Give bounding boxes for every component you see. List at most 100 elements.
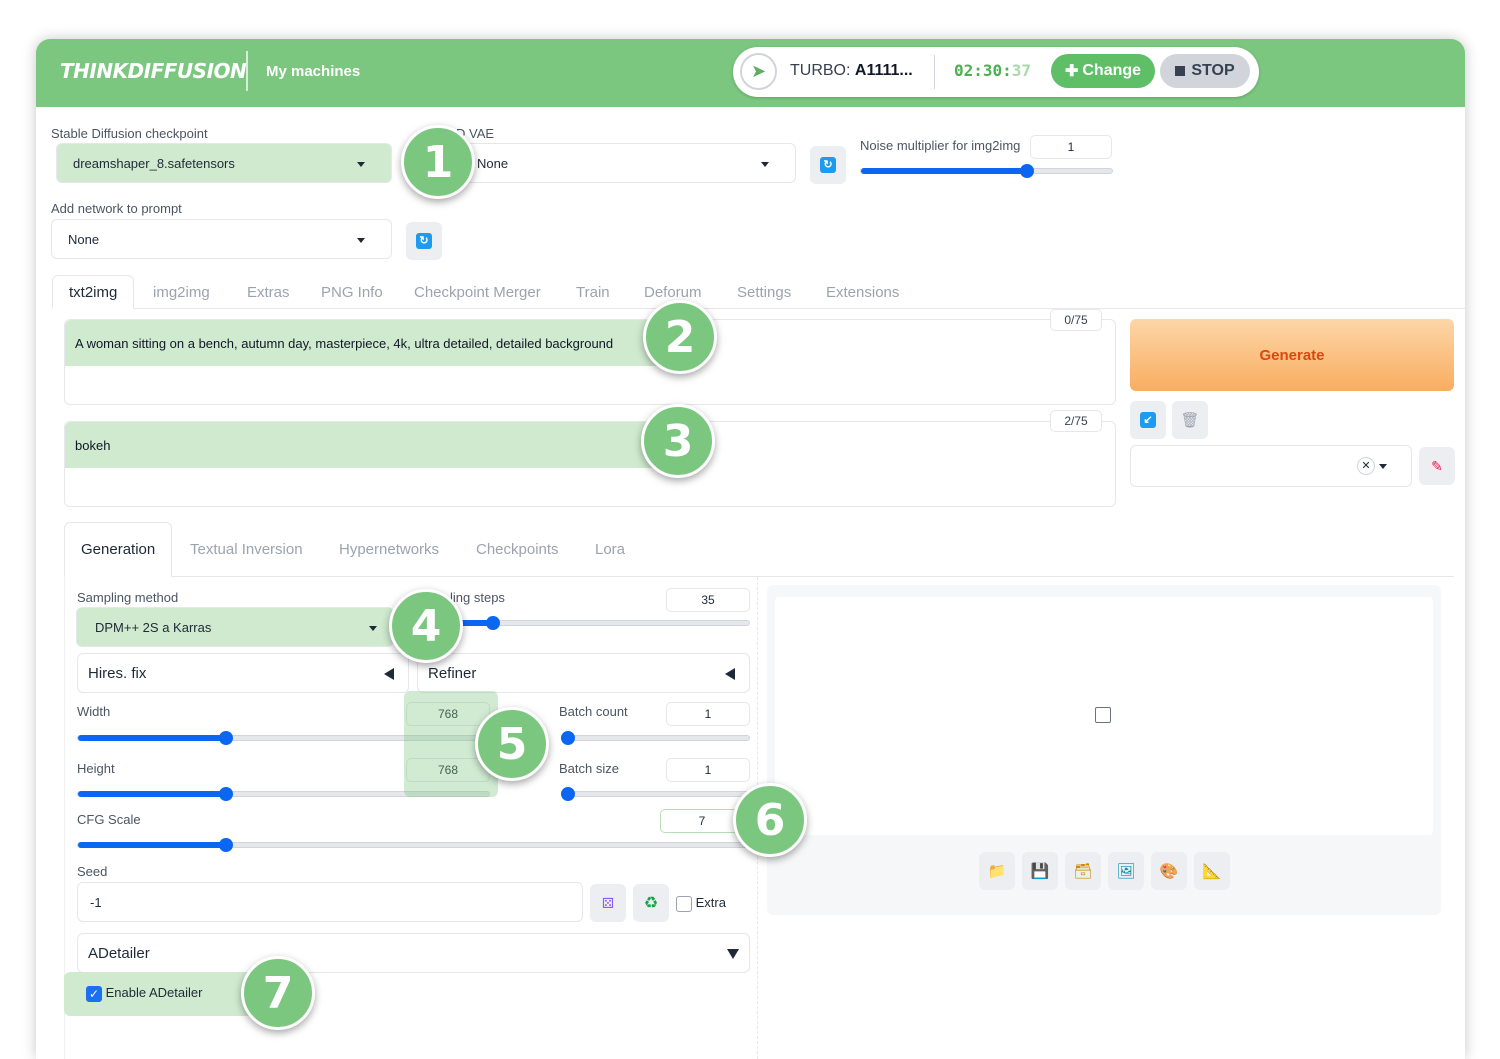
vae-select[interactable]: None bbox=[456, 143, 796, 183]
slider-handle[interactable] bbox=[218, 787, 233, 801]
chevron-down-icon bbox=[357, 162, 365, 167]
stop-label: STOP bbox=[1191, 62, 1235, 79]
send-to-img2img-button[interactable]: 🖼 bbox=[1108, 852, 1144, 890]
sampling-method-value: DPM++ 2S a Karras bbox=[95, 619, 212, 635]
enable-adetailer-checkbox[interactable]: ✓ Enable ADetailer bbox=[86, 985, 202, 1002]
arrow-icon: ↙ bbox=[1140, 412, 1156, 428]
tab-img2img[interactable]: img2img bbox=[137, 275, 226, 309]
adetailer-accordion[interactable]: ADetailer bbox=[77, 933, 750, 973]
rocket-icon: ➤ bbox=[740, 53, 777, 90]
change-button[interactable]: ✚ Change bbox=[1051, 54, 1155, 88]
positive-prompt[interactable]: A woman sitting on a bench, autumn day, … bbox=[64, 319, 1116, 405]
ruler-icon: 📐 bbox=[1202, 863, 1222, 880]
my-machines-link[interactable]: My machines bbox=[266, 63, 360, 80]
refiner-accordion[interactable]: Refiner bbox=[417, 653, 750, 693]
subtab-lora[interactable]: Lora bbox=[579, 522, 641, 577]
recycle-icon: ♻ bbox=[643, 895, 659, 912]
enable-adetailer-row[interactable]: ✓ Enable ADetailer bbox=[64, 972, 264, 1016]
batch-size-slider[interactable] bbox=[561, 787, 750, 801]
chevron-left-icon bbox=[725, 668, 735, 680]
cfg-scale-label: CFG Scale bbox=[77, 812, 141, 827]
network-select[interactable]: None bbox=[51, 219, 392, 259]
styles-select[interactable]: ✕ bbox=[1130, 445, 1412, 487]
tab-checkpoint-merger[interactable]: Checkpoint Merger bbox=[398, 275, 557, 309]
check-icon[interactable]: ✓ bbox=[86, 985, 102, 1002]
save-button[interactable]: 💾 bbox=[1022, 852, 1058, 890]
subtab-generation[interactable]: Generation bbox=[64, 522, 173, 577]
save-icon: 💾 bbox=[1030, 863, 1050, 880]
random-seed-button[interactable]: ⚄ bbox=[590, 884, 626, 922]
clear-prompt-button[interactable]: 🗑 bbox=[1172, 401, 1208, 439]
paste-params-button[interactable]: ↙ bbox=[1130, 401, 1166, 439]
machine-name: A1111... bbox=[854, 62, 913, 79]
edit-styles-button[interactable]: ✎ bbox=[1419, 447, 1455, 485]
noise-input[interactable]: 1 bbox=[1030, 135, 1112, 159]
slider-fill bbox=[78, 735, 226, 741]
slider-handle[interactable] bbox=[561, 731, 575, 745]
slider-fill bbox=[861, 168, 1027, 174]
picture-icon: 🖼 bbox=[1116, 863, 1136, 880]
slider-handle[interactable] bbox=[218, 731, 233, 745]
sampling-steps-input[interactable]: 35 bbox=[666, 588, 750, 612]
extra-label: Extra bbox=[695, 895, 726, 910]
slider-handle[interactable] bbox=[1019, 164, 1034, 178]
slider-handle[interactable] bbox=[218, 838, 233, 852]
tab-png-info[interactable]: PNG Info bbox=[305, 275, 399, 309]
network-value: None bbox=[68, 231, 100, 247]
subtab-hypernetworks[interactable]: Hypernetworks bbox=[323, 522, 455, 577]
tab-train[interactable]: Train bbox=[560, 275, 626, 309]
slider-handle[interactable] bbox=[561, 787, 575, 801]
callout-badge-5: 5 bbox=[475, 707, 549, 781]
noise-slider[interactable] bbox=[860, 164, 1113, 178]
refresh-vae-button[interactable]: ↻ bbox=[810, 146, 846, 184]
batch-count-slider[interactable] bbox=[561, 731, 750, 745]
batch-size-input[interactable]: 1 bbox=[666, 758, 750, 782]
tab-extensions[interactable]: Extensions bbox=[810, 275, 915, 309]
batch-count-input[interactable]: 1 bbox=[666, 702, 750, 726]
cfg-scale-slider[interactable] bbox=[77, 838, 750, 852]
plus-icon: ✚ bbox=[1064, 63, 1079, 80]
open-folder-button[interactable]: 📁 bbox=[979, 852, 1015, 890]
chevron-down-icon bbox=[357, 238, 365, 243]
refiner-label: Refiner bbox=[428, 664, 477, 682]
extra-checkbox-box[interactable] bbox=[676, 895, 692, 912]
subtab-checkpoints[interactable]: Checkpoints bbox=[460, 522, 575, 577]
zip-button[interactable]: 🗃 bbox=[1065, 852, 1101, 890]
tab-txt2img[interactable]: txt2img bbox=[52, 275, 135, 309]
stop-button[interactable]: STOP bbox=[1160, 54, 1250, 88]
session-pill: ➤ TURBO: A1111... 02:30:37 ✚ Change STOP bbox=[733, 47, 1259, 97]
cfg-scale-input[interactable]: 7 bbox=[660, 809, 744, 833]
seed-input[interactable]: -1 bbox=[77, 882, 583, 922]
dice-icon: ⚄ bbox=[601, 894, 615, 911]
tab-extras[interactable]: Extras bbox=[231, 275, 306, 309]
archive-icon: 🗃 bbox=[1073, 863, 1093, 880]
stop-icon bbox=[1175, 66, 1186, 76]
batch-count-label: Batch count bbox=[559, 704, 628, 719]
checkpoint-select[interactable]: dreamshaper_8.safetensors bbox=[56, 143, 392, 183]
negative-token-counter: 2/75 bbox=[1050, 410, 1102, 432]
brand-logo[interactable]: THINKDIFFUSION bbox=[60, 59, 247, 83]
generate-button[interactable]: Generate bbox=[1130, 319, 1454, 391]
sampling-method-select[interactable]: DPM++ 2S a Karras bbox=[76, 607, 394, 647]
noise-label: Noise multiplier for img2img bbox=[860, 138, 1021, 153]
chevron-down-icon bbox=[727, 949, 739, 959]
change-label: Change bbox=[1082, 62, 1142, 79]
send-to-inpaint-button[interactable]: 🎨 bbox=[1151, 852, 1187, 890]
chevron-down-icon bbox=[1379, 464, 1387, 469]
refresh-icon: ↻ bbox=[416, 233, 432, 249]
negative-prompt[interactable]: bokeh bbox=[64, 421, 1116, 507]
generation-subtabs: Generation Textual Inversion Hypernetwor… bbox=[64, 522, 1454, 577]
hires-fix-label: Hires. fix bbox=[88, 664, 147, 682]
callout-badge-1: 1 bbox=[401, 125, 475, 199]
reuse-seed-button[interactable]: ♻ bbox=[633, 884, 669, 922]
subtab-textual-inversion[interactable]: Textual Inversion bbox=[174, 522, 319, 577]
tab-settings[interactable]: Settings bbox=[721, 275, 807, 309]
output-image-area bbox=[775, 597, 1433, 835]
refresh-network-button[interactable]: ↻ bbox=[406, 222, 442, 260]
send-to-extras-button[interactable]: 📐 bbox=[1194, 852, 1230, 890]
session-timer: 02:30:37 bbox=[954, 61, 1031, 80]
slider-handle[interactable] bbox=[485, 616, 500, 630]
clear-icon[interactable]: ✕ bbox=[1357, 457, 1375, 475]
hires-fix-accordion[interactable]: Hires. fix bbox=[77, 653, 409, 693]
extra-checkbox[interactable]: Extra bbox=[676, 895, 726, 912]
